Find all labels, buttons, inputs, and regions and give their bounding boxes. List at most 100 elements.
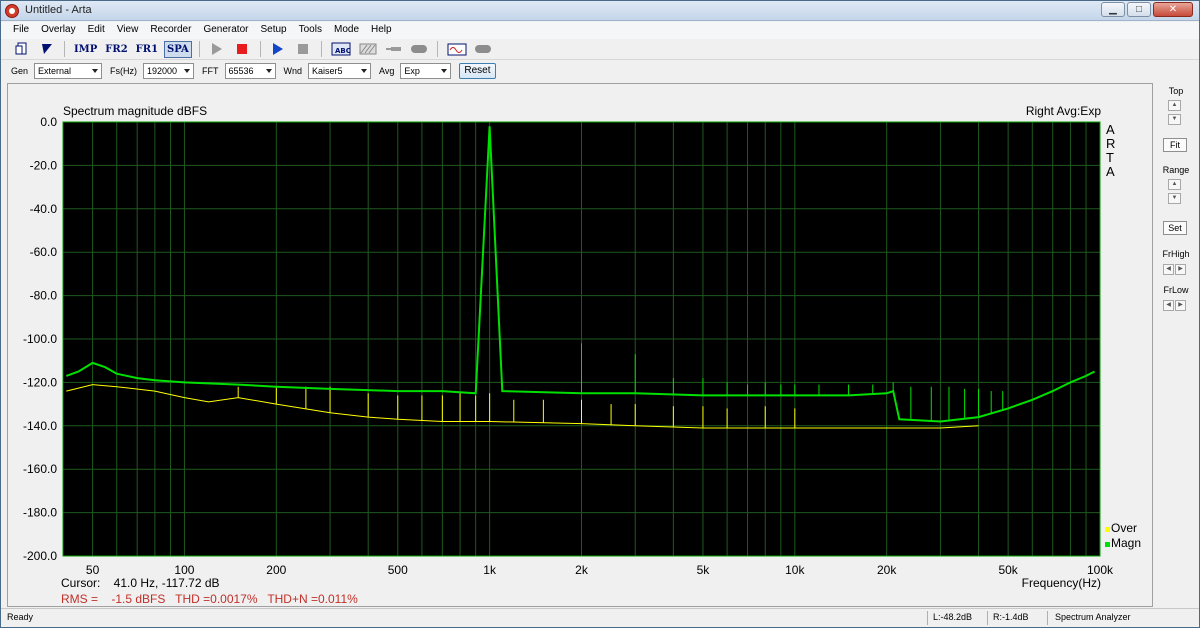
generator-button[interactable]: [473, 41, 494, 58]
waveform-button[interactable]: [445, 41, 469, 58]
fr2-mode-button[interactable]: FR2: [103, 41, 129, 58]
wnd-label: Wnd: [283, 66, 303, 76]
wnd-select[interactable]: Kaiser5: [308, 63, 372, 79]
arta-side-label: ARTA: [1106, 122, 1115, 179]
arta-app-icon: [5, 4, 19, 18]
menu-file[interactable]: File: [7, 22, 35, 39]
title-bar: Untitled - Arta ▁ □ ✕: [1, 1, 1199, 21]
svg-text:ABC: ABC: [335, 47, 351, 55]
app-window: Untitled - Arta ▁ □ ✕ File Overlay Edit …: [0, 0, 1200, 628]
menu-overlay[interactable]: Overlay: [35, 22, 81, 39]
play-icon: [273, 43, 284, 55]
open-file-button[interactable]: [36, 41, 57, 58]
new-file-button[interactable]: [11, 41, 32, 58]
avg-select[interactable]: Exp: [400, 63, 452, 79]
stop-icon: [298, 44, 309, 54]
stop-icon: [237, 44, 248, 54]
spa-mode-button[interactable]: SPA: [164, 40, 192, 58]
menu-generator[interactable]: Generator: [197, 22, 254, 39]
toolbar-separator: [320, 41, 322, 57]
hatch-button[interactable]: [357, 41, 379, 58]
avg-value: Exp: [404, 66, 420, 76]
fft-label: FFT: [202, 66, 219, 76]
fft-select[interactable]: 65536: [224, 63, 276, 79]
menu-help[interactable]: Help: [365, 22, 398, 39]
menu-bar: File Overlay Edit View Recorder Generato…: [1, 22, 1199, 39]
x-tick-label: 2k: [575, 563, 589, 577]
probe-button[interactable]: [383, 41, 405, 58]
stop-button[interactable]: [293, 41, 314, 58]
range-label: Range: [1162, 165, 1190, 175]
status-bar: Ready L:-48.2dB R:-1.4dB Spectrum Analyz…: [1, 608, 1199, 627]
status-right-level: R:-1.4dB: [993, 612, 1029, 622]
toolbar: IMP FR2 FR1 SPA ABC: [1, 39, 1199, 60]
frlow-label: FrLow: [1163, 285, 1189, 295]
spectrum-chart[interactable]: Spectrum magnitude dBFS Right Avg:Exp 0.…: [8, 84, 1154, 608]
side-label-letter: A: [1106, 122, 1115, 137]
x-tick-label: 500: [388, 563, 408, 577]
x-tick-label: 5k: [697, 563, 711, 577]
imp-mode-button[interactable]: IMP: [72, 41, 99, 58]
x-tick-label: 100k: [1087, 563, 1114, 577]
maximize-button[interactable]: □: [1127, 2, 1151, 17]
menu-setup[interactable]: Setup: [254, 22, 292, 39]
menu-mode[interactable]: Mode: [328, 22, 365, 39]
menu-edit[interactable]: Edit: [82, 22, 111, 39]
window-title: Untitled - Arta: [25, 4, 92, 16]
x-axis-label: Frequency(Hz): [1022, 576, 1101, 590]
abc-button[interactable]: ABC: [329, 41, 353, 58]
toolbar-separator: [436, 41, 438, 57]
y-tick-label: -160.0: [23, 462, 57, 476]
fit-button[interactable]: Fit: [1163, 138, 1187, 152]
legend-label-magn: Magn: [1111, 536, 1141, 550]
legend-swatch: [1105, 542, 1110, 547]
range-up-button[interactable]: ▲: [1168, 179, 1181, 190]
top-up-button[interactable]: ▲: [1168, 100, 1181, 111]
set-button[interactable]: Set: [1163, 221, 1187, 235]
gen-value: External: [38, 66, 72, 76]
device-button[interactable]: [409, 41, 430, 58]
frhigh-right-button[interactable]: ▶: [1175, 264, 1186, 275]
range-down-button[interactable]: ▼: [1168, 193, 1181, 204]
legend-swatch: [1105, 527, 1110, 532]
frlow-left-button[interactable]: ◀: [1163, 300, 1174, 311]
fr1-mode-button[interactable]: FR1: [134, 41, 160, 58]
legend-label-over: Over: [1111, 521, 1137, 535]
frlow-right-button[interactable]: ▶: [1175, 300, 1186, 311]
run-button[interactable]: [268, 41, 289, 58]
y-tick-label: -60.0: [30, 245, 58, 259]
y-axis-ticks: 0.0 -20.0 -40.0 -60.0 -80.0 -100.0 -120.0 -140.…: [23, 115, 57, 563]
top-down-button[interactable]: ▼: [1168, 114, 1181, 125]
minimize-button[interactable]: ▁: [1101, 2, 1125, 17]
fs-value: 192000: [147, 66, 178, 76]
menu-tools[interactable]: Tools: [293, 22, 328, 39]
y-tick-label: -80.0: [30, 289, 58, 303]
status-separator: [1047, 611, 1048, 625]
plot-title: Spectrum magnitude dBFS: [63, 104, 207, 118]
status-left-level: L:-48.2dB: [933, 612, 973, 622]
y-tick-label: -180.0: [23, 506, 57, 520]
close-button[interactable]: ✕: [1153, 2, 1193, 17]
abc-icon: ABC: [331, 42, 351, 56]
menu-recorder[interactable]: Recorder: [144, 22, 197, 39]
fs-select[interactable]: 192000: [143, 63, 195, 79]
legend: OverMagn: [1105, 521, 1141, 550]
stop-record-button[interactable]: [232, 41, 253, 58]
reset-button[interactable]: Reset: [459, 63, 496, 79]
y-tick-label: -140.0: [23, 419, 57, 433]
frhigh-left-button[interactable]: ◀: [1163, 264, 1174, 275]
fft-value: 65536: [228, 66, 254, 76]
top-label: Top: [1168, 86, 1184, 96]
chevron-down-icon: [265, 69, 272, 73]
y-tick-label: -100.0: [23, 332, 57, 346]
play-disabled-button[interactable]: [207, 41, 228, 58]
gen-select[interactable]: External: [34, 63, 103, 79]
menu-view[interactable]: View: [111, 22, 145, 39]
status-ready: Ready: [7, 612, 34, 622]
status-separator: [927, 611, 928, 625]
new-file-icon: [15, 42, 26, 55]
x-axis-ticks: 50 100 200 500 1k 2k 5k 10k 20k 50k 100k: [86, 563, 1114, 577]
x-tick-label: 1k: [483, 563, 497, 577]
x-tick-label: 50: [86, 563, 100, 577]
spectrum-plot-area[interactable]: Spectrum magnitude dBFS Right Avg:Exp 0.…: [7, 83, 1153, 607]
